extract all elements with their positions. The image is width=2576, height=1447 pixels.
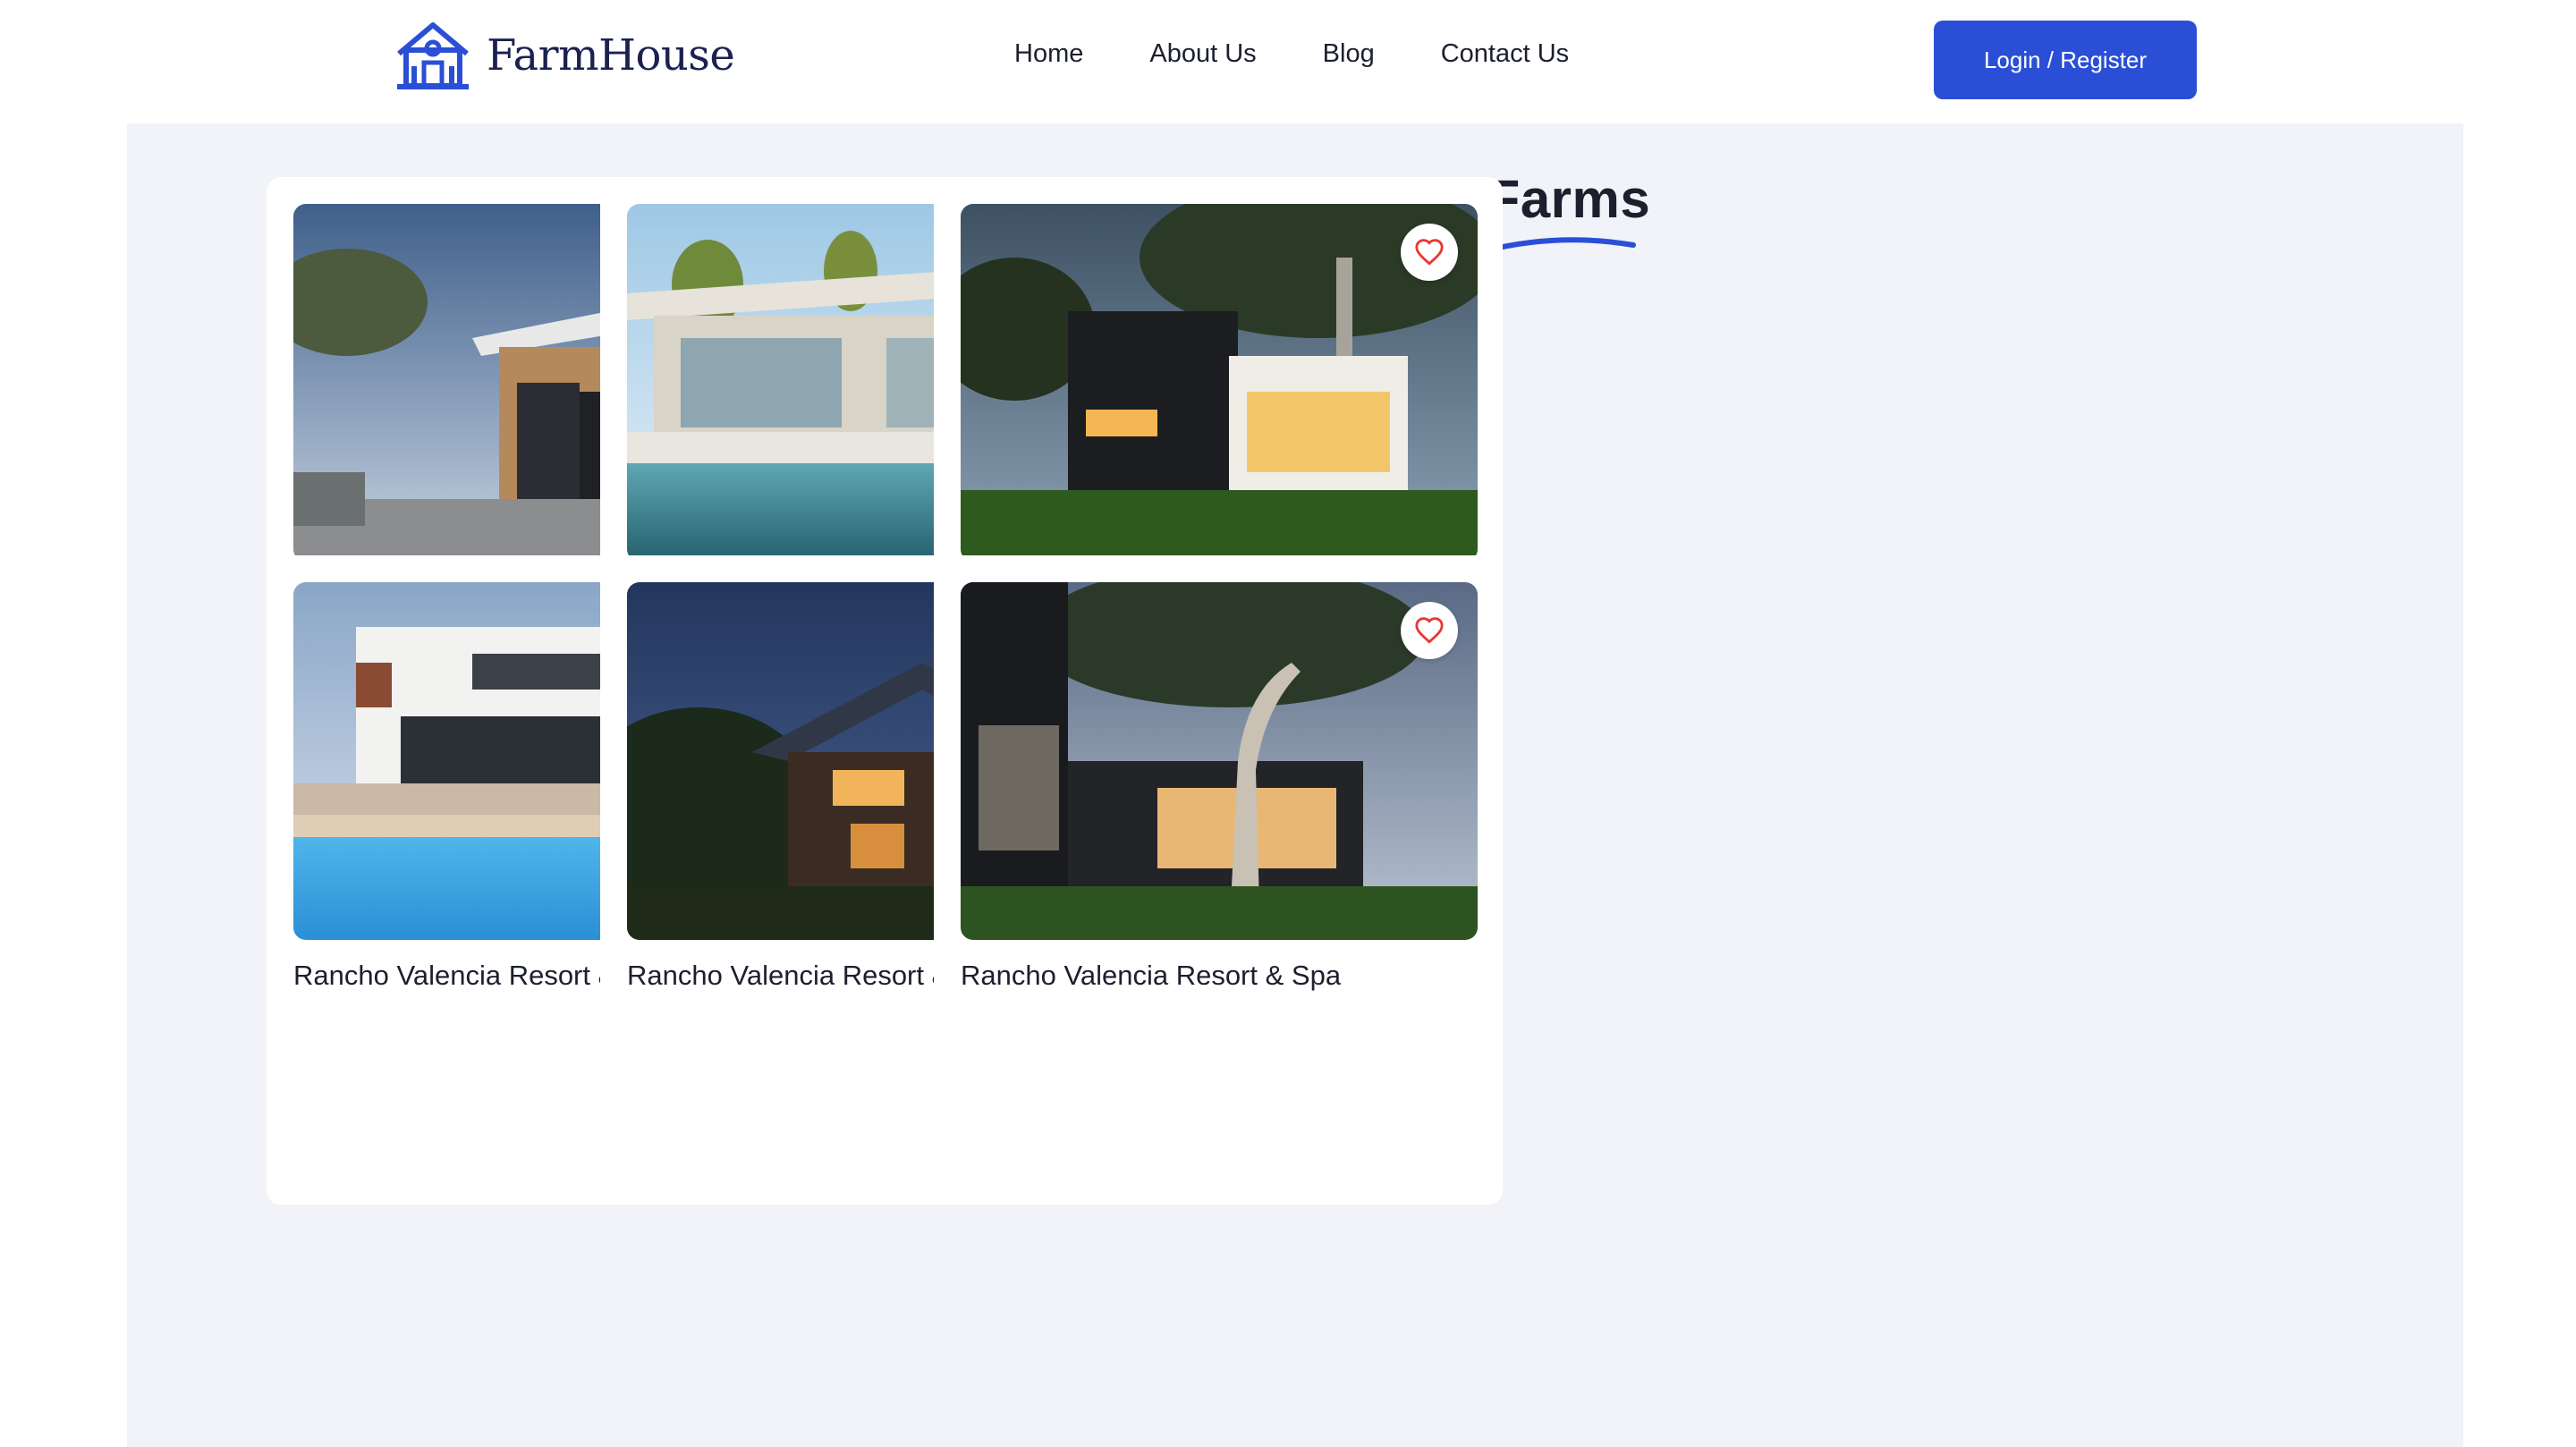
favorite-button[interactable] xyxy=(1401,602,1458,659)
nav-contact-us[interactable]: Contact Us xyxy=(1441,39,1569,69)
nav-about-us[interactable]: About Us xyxy=(1149,39,1256,69)
title-underline-decoration xyxy=(1484,237,1636,253)
farm-photo[interactable] xyxy=(961,582,1478,940)
main-nav: Home About Us Blog Contact Us xyxy=(1014,39,1569,69)
farm-card[interactable]: Rancho Valencia Resort & Spa xyxy=(934,555,1503,1205)
login-register-button[interactable]: Login / Register xyxy=(1934,21,2197,99)
brand-logo[interactable]: FarmHouse xyxy=(392,20,735,91)
nav-home[interactable]: Home xyxy=(1014,39,1083,69)
brand-name: FarmHouse xyxy=(487,30,735,80)
favorite-button[interactable] xyxy=(1401,224,1458,281)
recommended-section: Most Recommended Farms Rancho Valencia R… xyxy=(127,123,2463,1447)
farm-title[interactable]: Rancho Valencia Resort & Spa xyxy=(961,960,1341,992)
night-modern-house-photo xyxy=(961,204,1478,562)
heart-icon xyxy=(1415,239,1444,266)
heart-icon xyxy=(1415,617,1444,644)
farm-photo[interactable] xyxy=(961,204,1478,562)
top-header: FarmHouse Home About Us Blog Contact Us … xyxy=(0,0,2576,123)
nav-blog[interactable]: Blog xyxy=(1323,39,1375,69)
house-logo-icon xyxy=(397,22,469,89)
tree-modern-house-photo xyxy=(961,582,1478,940)
